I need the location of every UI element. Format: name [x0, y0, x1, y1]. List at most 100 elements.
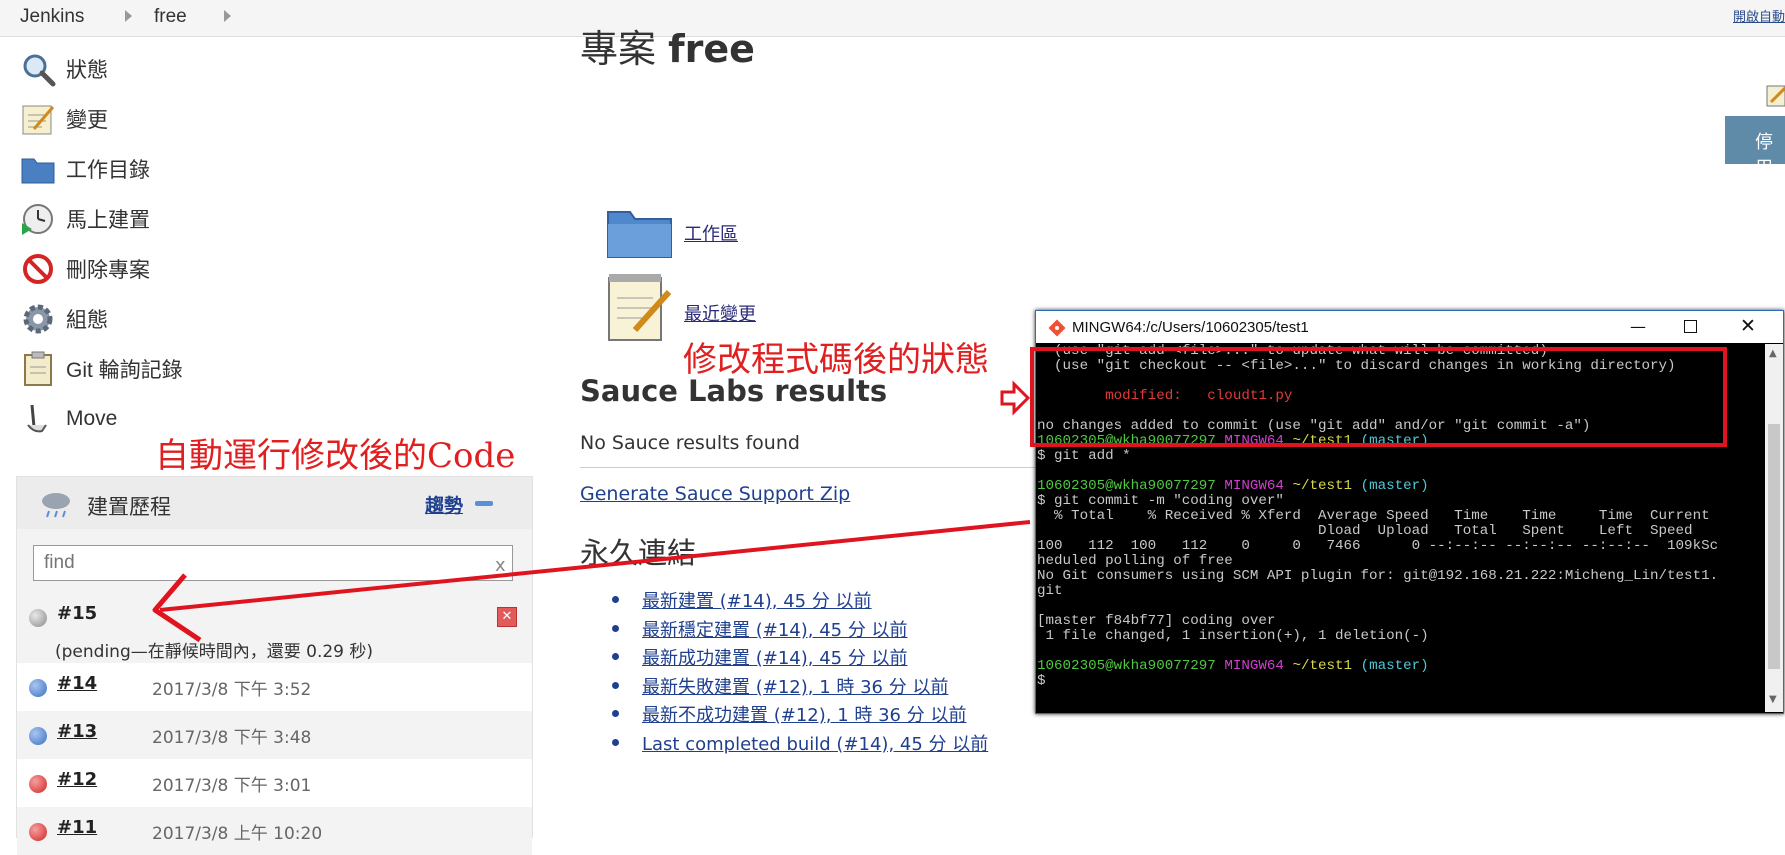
- search-icon: [20, 51, 56, 87]
- permalinks-heading: 永久連結: [580, 536, 697, 570]
- permalink[interactable]: 最新建置 (#14), 45 分 以前: [612, 587, 988, 616]
- build-number[interactable]: #11: [57, 817, 97, 838]
- page-title: 專案 free: [580, 18, 755, 73]
- scroll-down-icon[interactable]: ▼: [1769, 694, 1777, 705]
- trend-link[interactable]: 趨勢: [425, 491, 463, 518]
- terminal-text: 10602305@wkha90077297: [1037, 658, 1225, 674]
- build-row-pending: #15 (pending—在靜候時間內，還要 0.29 秒) ✕: [17, 593, 532, 663]
- terminal-text: % Total % Received % Xferd Average Speed…: [1037, 508, 1710, 524]
- terminal-line: $ git commit -m "coding over": [1037, 494, 1762, 509]
- build-number[interactable]: #12: [57, 769, 97, 790]
- sidebar-item-label: 狀態: [66, 59, 108, 82]
- clear-search-icon[interactable]: x: [495, 555, 506, 576]
- build-history-panel: 建置歷程 趨勢 x #15 (pending—在靜候時間內，還要 0.29 秒)…: [16, 476, 533, 855]
- scroll-up-icon[interactable]: ▲: [1769, 348, 1777, 359]
- terminal-text: MINGW64: [1224, 478, 1293, 494]
- minimize-icon[interactable]: —: [1630, 317, 1646, 336]
- cloud-rain-icon: [39, 489, 73, 523]
- terminal-line: Dload Upload Total Spent Left Speed: [1037, 524, 1762, 539]
- permalink[interactable]: 最新成功建置 (#14), 45 分 以前: [612, 644, 988, 673]
- chevron-right-icon[interactable]: [125, 10, 132, 22]
- edit-description-icon[interactable]: [1765, 84, 1785, 108]
- build-date: 2017/3/8 下午 3:01: [152, 776, 312, 796]
- clock-icon: [20, 201, 56, 237]
- gear-icon: [20, 301, 56, 337]
- build-history-header: 建置歷程 趨勢: [17, 477, 532, 529]
- build-number[interactable]: #13: [57, 721, 97, 742]
- build-history-title: 建置歷程: [87, 495, 171, 519]
- terminal-line: $ git add *: [1037, 449, 1762, 464]
- breadcrumb-jenkins[interactable]: Jenkins: [20, 6, 84, 28]
- permalink[interactable]: Last completed build (#14), 45 分 以前: [612, 730, 988, 759]
- terminal-text: [master f84bf77] coding over: [1037, 613, 1276, 629]
- build-row[interactable]: #11 2017/3/8 上午 10:20: [17, 807, 532, 855]
- terminal-line: % Total % Received % Xferd Average Speed…: [1037, 509, 1762, 524]
- sidebar-item-workspace[interactable]: 工作目錄: [20, 149, 420, 189]
- divider: [580, 467, 1050, 468]
- sidebar-item-configure[interactable]: 組態: [20, 299, 420, 339]
- terminal-text: (master): [1360, 658, 1429, 674]
- blue-ball-icon: [29, 679, 47, 697]
- terminal-text: No Git consumers using SCM API plugin fo…: [1037, 568, 1719, 584]
- permalink[interactable]: 最新不成功建置 (#12), 1 時 36 分 以前: [612, 701, 988, 730]
- terminal-text: ~/test1: [1292, 658, 1361, 674]
- recent-changes-link[interactable]: 最近變更: [684, 300, 756, 326]
- sidebar-item-delete-project[interactable]: 刪除專案: [20, 249, 420, 289]
- build-number[interactable]: #14: [57, 673, 97, 694]
- sauce-zip-link[interactable]: Generate Sauce Support Zip: [580, 483, 850, 505]
- collapse-icon[interactable]: [475, 501, 493, 506]
- terminal-line: 10602305@wkha90077297 MINGW64 ~/test1 (m…: [1037, 479, 1762, 494]
- page-title-prefix: 專案: [580, 27, 657, 71]
- sidebar-item-status[interactable]: 狀態: [20, 49, 420, 89]
- terminal-scrollbar[interactable]: ▲ ▼: [1765, 344, 1783, 712]
- terminal-text: 100 112 100 112 0 0 7466 0 --:--:-- --:-…: [1037, 538, 1719, 554]
- workspace-link[interactable]: 工作區: [684, 220, 738, 246]
- terminal-text: ~/test1: [1292, 478, 1361, 494]
- terminal-text: git: [1037, 583, 1063, 599]
- sidebar-item-git-polling-log[interactable]: Git 輪詢記錄: [20, 349, 420, 389]
- chevron-right-icon[interactable]: [224, 10, 231, 22]
- permalink[interactable]: 最新穩定建置 (#14), 45 分 以前: [612, 616, 988, 645]
- notepad-icon: [20, 101, 56, 137]
- terminal-line: git: [1037, 584, 1762, 599]
- notepad-icon: [605, 272, 675, 348]
- sidebar-item-label: 工作目錄: [66, 159, 150, 182]
- sidebar-item-build-now[interactable]: 馬上建置: [20, 199, 420, 239]
- scrollbar-thumb[interactable]: [1768, 424, 1780, 669]
- breadcrumb-project[interactable]: free: [154, 6, 187, 28]
- build-row[interactable]: #14 2017/3/8 下午 3:52: [17, 663, 532, 711]
- terminal-text: MINGW64: [1224, 658, 1293, 674]
- move-icon: [20, 401, 56, 437]
- terminal-line: 1 file changed, 1 insertion(+), 1 deleti…: [1037, 629, 1762, 644]
- terminal-titlebar[interactable]: MINGW64:/c/Users/10602305/test1 — ✕: [1036, 311, 1783, 343]
- sidebar-item-label: 馬上建置: [66, 209, 150, 232]
- clipboard-icon: [20, 351, 56, 387]
- maximize-icon[interactable]: [1684, 320, 1697, 333]
- terminal-title: MINGW64:/c/Users/10602305/test1: [1072, 319, 1309, 336]
- build-row[interactable]: #12 2017/3/8 下午 3:01: [17, 759, 532, 807]
- blue-ball-icon: [29, 727, 47, 745]
- terminal-line: $: [1037, 674, 1762, 689]
- disable-project-button[interactable]: 停用: [1725, 116, 1785, 179]
- auto-refresh-link[interactable]: 開啟自動: [1733, 6, 1785, 25]
- terminal-line: [master f84bf77] coding over: [1037, 614, 1762, 629]
- sidebar-item-changes[interactable]: 變更: [20, 99, 420, 139]
- terminal-line: 100 112 100 112 0 0 7466 0 --:--:-- --:-…: [1037, 539, 1762, 554]
- cancel-build-icon[interactable]: ✕: [497, 607, 517, 627]
- close-icon[interactable]: ✕: [1740, 315, 1756, 337]
- red-ball-icon: [29, 775, 47, 793]
- terminal-line: heduled polling of free: [1037, 554, 1762, 569]
- build-row[interactable]: #13 2017/3/8 下午 3:48: [17, 711, 532, 759]
- build-search-input[interactable]: [33, 545, 513, 581]
- terminal-text: 10602305@wkha90077297: [1037, 478, 1225, 494]
- git-diamond-icon: [1048, 319, 1066, 341]
- sidebar-item-label: Git 輪詢記錄: [66, 359, 183, 382]
- sidebar-item-label: 刪除專案: [66, 259, 150, 282]
- sidebar-item-label: Move: [66, 407, 118, 430]
- build-number[interactable]: #15: [57, 603, 97, 624]
- terminal-text: (master): [1360, 478, 1429, 494]
- terminal-line: No Git consumers using SCM API plugin fo…: [1037, 569, 1762, 584]
- permalink[interactable]: 最新失敗建置 (#12), 1 時 36 分 以前: [612, 673, 988, 702]
